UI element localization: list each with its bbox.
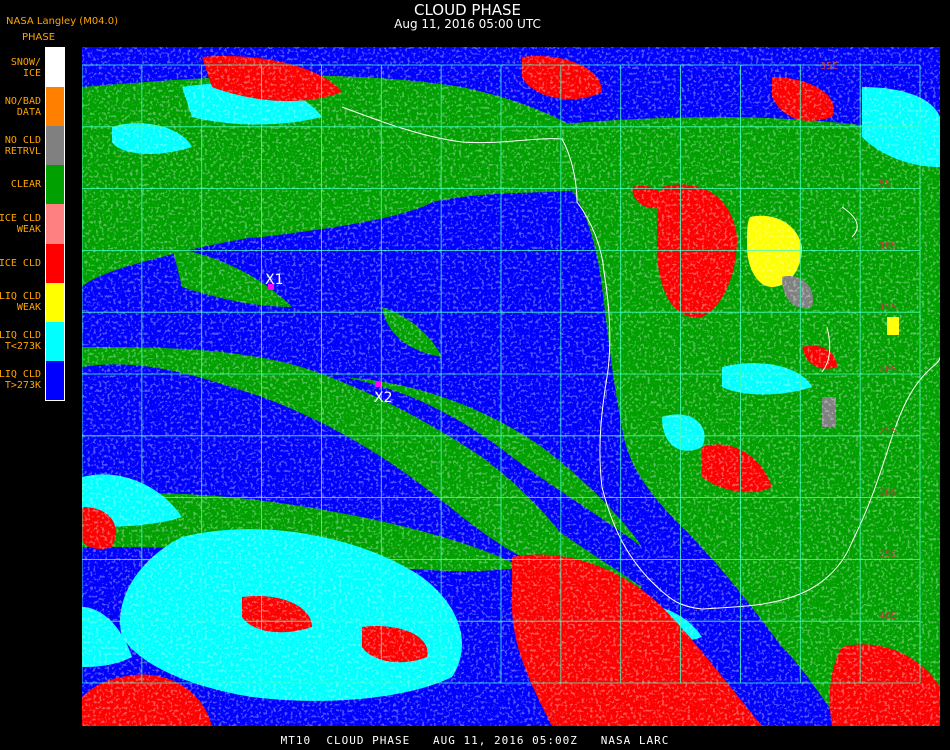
grid-label: 25S bbox=[879, 426, 897, 437]
grid-label: 15S bbox=[879, 302, 897, 313]
grid-label: 5S bbox=[879, 179, 891, 190]
cloud-phase-map: 35E 5S 10S 15S 20S 25S 30S 35S 40S X1 X2 bbox=[82, 47, 940, 726]
grid-label: 30S bbox=[879, 488, 897, 499]
legend-label: ICE CLD WEAK bbox=[0, 213, 41, 235]
legend-swatch bbox=[46, 126, 64, 166]
legend-label: LIQ CLD T>273K bbox=[0, 369, 41, 392]
legend-swatch bbox=[46, 165, 64, 205]
marker-x1-label: X1 bbox=[265, 272, 284, 288]
legend-label: NO CLD RETRVL bbox=[4, 134, 41, 157]
legend-swatch bbox=[46, 48, 64, 88]
cloud-speckle bbox=[82, 47, 940, 726]
legend-label: SNOW/ ICE bbox=[10, 56, 41, 79]
legend-label: ICE CLD bbox=[0, 257, 41, 269]
grid-label: 35S bbox=[879, 549, 897, 560]
legend-swatch bbox=[46, 360, 64, 400]
grid-label: 40S bbox=[879, 611, 897, 622]
legend-label: CLEAR bbox=[10, 179, 41, 191]
grid-label: 35E bbox=[820, 61, 838, 72]
marker-x2-point bbox=[375, 381, 381, 387]
marker-x1: X1 bbox=[265, 272, 284, 290]
legend-swatch bbox=[46, 282, 64, 322]
footer-caption: MT10 CLOUD PHASE AUG 11, 2016 05:00Z NAS… bbox=[280, 734, 670, 747]
legend-swatch bbox=[46, 243, 64, 283]
legend-swatch bbox=[46, 204, 64, 244]
page-subtitle: Aug 11, 2016 05:00 UTC bbox=[394, 17, 541, 31]
legend-label: NO/BAD DATA bbox=[4, 95, 41, 118]
org-label: NASA Langley (M04.0) bbox=[6, 16, 118, 27]
legend-label: LIQ CLD T<273K bbox=[0, 330, 41, 353]
legend-title: PHASE bbox=[22, 32, 56, 43]
phase-legend: SNOW/ ICE NO/BAD DATA NO CLD RETRVL CLEAR IC… bbox=[0, 48, 66, 402]
legend-swatch bbox=[46, 87, 64, 127]
marker-x2-label: X2 bbox=[374, 390, 393, 406]
grid-label: 10S bbox=[879, 240, 897, 251]
cloud-phase-image: CLOUD PHASE Aug 11, 2016 05:00 UTC NASA … bbox=[0, 0, 950, 750]
legend-label: LIQ CLD WEAK bbox=[0, 291, 41, 314]
legend-swatch bbox=[46, 321, 64, 361]
grid-label: 20S bbox=[879, 364, 897, 375]
